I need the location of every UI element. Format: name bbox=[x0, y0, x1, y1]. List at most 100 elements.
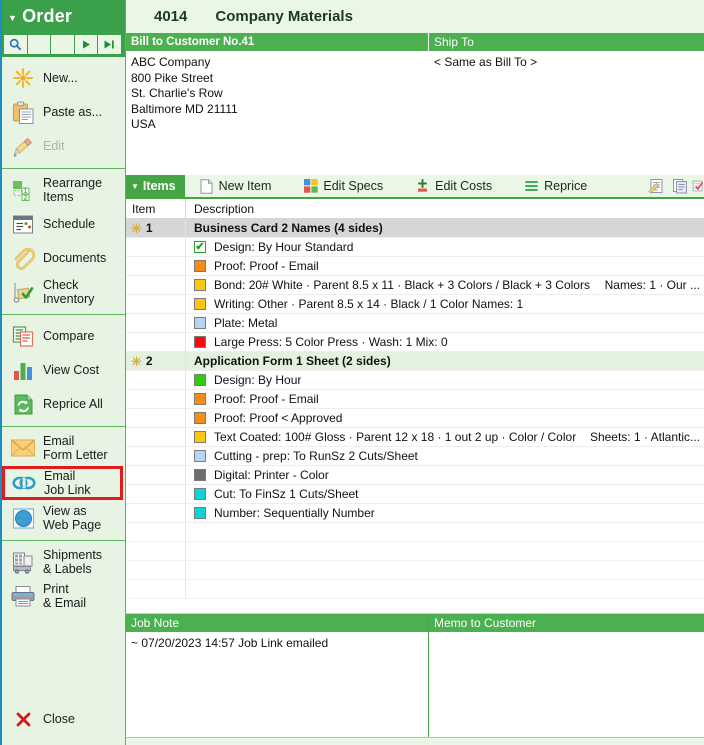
spec-description: Proof: Proof - Email bbox=[214, 259, 319, 273]
item-spec-row[interactable]: Cutting - prep: To RunSz 2 Cuts/Sheet bbox=[126, 447, 704, 466]
row-item-cell bbox=[126, 504, 185, 522]
item-spec-row[interactable]: Proof: Proof - Email bbox=[126, 257, 704, 276]
item-group-row[interactable]: ✳ 2 Application Form 1 Sheet (2 sides) bbox=[126, 352, 704, 371]
item-spec-row[interactable]: Digital: Printer - Color bbox=[126, 466, 704, 485]
item-group-row[interactable]: ✳ 1 Business Card 2 Names (4 sides) bbox=[126, 219, 704, 238]
sidebar-item-edit[interactable]: Edit bbox=[2, 129, 125, 163]
sidebar-item-view-cost[interactable]: View Cost bbox=[2, 353, 125, 387]
color-swatch-icon bbox=[194, 260, 206, 272]
item-spec-row[interactable]: Proof: Proof - Email bbox=[126, 390, 704, 409]
memo-to-customer-text[interactable] bbox=[429, 632, 704, 737]
envelope-icon bbox=[8, 434, 38, 462]
lines-icon bbox=[524, 179, 539, 194]
job-note-text[interactable]: ~ 07/20/2023 14:57 Job Link emailed bbox=[126, 632, 428, 737]
edit-costs-label: Edit Costs bbox=[435, 179, 493, 193]
bottom-strip bbox=[126, 737, 704, 745]
spec-description: Design: By Hour Standard bbox=[214, 240, 354, 254]
item-spec-row[interactable]: Bond: 20# White · Parent 8.5 x 11 · Blac… bbox=[126, 276, 704, 295]
edit-check-icon[interactable] bbox=[692, 178, 704, 194]
empty-row[interactable] bbox=[126, 523, 704, 542]
row-description-cell: Text Coated: 100# Gloss · Parent 12 x 18… bbox=[185, 428, 704, 446]
nav-blank-1[interactable] bbox=[27, 35, 52, 54]
paperclip-icon bbox=[8, 244, 38, 272]
new-item-label: New Item bbox=[218, 179, 272, 193]
spec-description: Proof: Proof - Email bbox=[214, 392, 319, 406]
items-toolbar-right-icons bbox=[644, 175, 704, 197]
empty-row[interactable] bbox=[126, 542, 704, 561]
item-spec-row[interactable]: Cut: To FinSz 1 Cuts/Sheet bbox=[126, 485, 704, 504]
spec-detail: Sheets: 1 · Atlantic... bbox=[589, 430, 700, 444]
item-spec-row[interactable]: Number: Sequentially Number bbox=[126, 504, 704, 523]
row-item-cell bbox=[126, 409, 185, 427]
item-spec-row[interactable]: Proof: Proof < Approved bbox=[126, 409, 704, 428]
search-button[interactable] bbox=[4, 35, 28, 54]
sidebar-item-email-form-letter[interactable]: Email Form Letter bbox=[2, 431, 125, 465]
item-spec-row[interactable]: Plate: Metal bbox=[126, 314, 704, 333]
empty-row[interactable] bbox=[126, 580, 704, 599]
sidebar-item-label: Rearrange Items bbox=[43, 176, 103, 204]
sidebar-item-label: Reprice All bbox=[43, 397, 103, 411]
row-item-cell bbox=[126, 466, 185, 484]
bar-chart-icon bbox=[8, 356, 38, 384]
next-record-button[interactable] bbox=[74, 35, 99, 54]
sidebar-item-reprice-all[interactable]: Reprice All bbox=[2, 387, 125, 421]
sidebar-item-rearrange-items[interactable]: 1 2 Rearrange Items bbox=[2, 173, 125, 207]
row-description-cell: Proof: Proof - Email bbox=[185, 257, 704, 275]
row-description-cell: Proof: Proof < Approved bbox=[185, 409, 704, 427]
reprice-button[interactable]: Reprice bbox=[498, 175, 593, 197]
sidebar-item-paste-as[interactable]: Paste as... bbox=[2, 95, 125, 129]
items-grid[interactable]: ✳ 1 Business Card 2 Names (4 sides) ✔ Design… bbox=[126, 219, 704, 613]
item-description: Application Form 1 Sheet (2 sides) bbox=[194, 354, 391, 368]
color-swatch-icon bbox=[194, 450, 206, 462]
sidebar-item-shipments-labels[interactable]: Shipments & Labels bbox=[2, 545, 125, 579]
notes-pencil-icon[interactable] bbox=[644, 178, 668, 194]
refresh-page-icon bbox=[8, 390, 38, 418]
item-spec-row[interactable]: ✔ Design: By Hour Standard bbox=[126, 238, 704, 257]
sidebar-item-compare[interactable]: Compare bbox=[2, 319, 125, 353]
row-item-cell bbox=[126, 447, 185, 465]
item-spec-row[interactable]: Design: By Hour bbox=[126, 371, 704, 390]
sidebar-title[interactable]: ▼ Order bbox=[2, 0, 125, 33]
items-tab[interactable]: ▼ Items bbox=[126, 175, 185, 197]
color-swatch-icon bbox=[194, 317, 206, 329]
sidebar-item-label: Paste as... bbox=[43, 105, 103, 119]
sidebar-item-documents[interactable]: Documents bbox=[2, 241, 125, 275]
plus-costs-icon bbox=[415, 179, 430, 194]
chevron-down-icon: ▼ bbox=[8, 12, 18, 23]
sidebar-item-close[interactable]: Close bbox=[2, 702, 125, 745]
item-number: 2 bbox=[145, 354, 153, 368]
sidebar-item-print-email[interactable]: Print & Email bbox=[2, 579, 125, 613]
ship-to-address[interactable]: < Same as Bill To > bbox=[429, 51, 704, 175]
inventory-cart-icon bbox=[8, 278, 38, 306]
new-item-button[interactable]: New Item bbox=[185, 175, 278, 197]
item-spec-row[interactable]: Large Press: 5 Color Press · Wash: 1 Mix… bbox=[126, 333, 704, 352]
item-spec-row[interactable]: Writing: Other · Parent 8.5 x 14 · Black… bbox=[126, 295, 704, 314]
sidebar-item-email-job-link[interactable]: Email Job Link bbox=[2, 466, 123, 500]
empty-row[interactable] bbox=[126, 561, 704, 580]
sidebar-item-view-as-web-page[interactable]: View as Web Page bbox=[2, 501, 125, 535]
edit-costs-button[interactable]: Edit Costs bbox=[389, 175, 498, 197]
item-spec-row[interactable]: Text Coated: 100# Gloss · Parent 12 x 18… bbox=[126, 428, 704, 447]
checkmark-icon: ✔ bbox=[194, 240, 206, 253]
copy-document-icon[interactable] bbox=[668, 178, 692, 194]
color-swatch-icon bbox=[194, 431, 206, 443]
sidebar-item-label: Schedule bbox=[43, 217, 96, 231]
row-description-cell: Business Card 2 Names (4 sides) bbox=[185, 219, 704, 237]
last-record-button[interactable] bbox=[98, 35, 121, 54]
sidebar-item-check-inventory[interactable]: Check Inventory bbox=[2, 275, 125, 309]
row-item-cell bbox=[126, 333, 185, 351]
sidebar-item-label: Email Job Link bbox=[44, 469, 91, 497]
bill-to-address[interactable]: ABC Company 800 Pike Street St. Charlie'… bbox=[126, 51, 428, 175]
edit-specs-button[interactable]: Edit Specs bbox=[277, 175, 389, 197]
nav-blank-2[interactable] bbox=[51, 35, 75, 54]
sidebar-item-new[interactable]: New... bbox=[2, 61, 125, 95]
sidebar-item-schedule[interactable]: Schedule bbox=[2, 207, 125, 241]
play-next-icon bbox=[81, 39, 92, 50]
row-item-cell bbox=[126, 371, 185, 389]
sidebar-item-label: Close bbox=[43, 712, 75, 726]
row-description-cell: ✔ Design: By Hour Standard bbox=[185, 238, 704, 256]
sidebar-item-label: Edit bbox=[43, 139, 65, 153]
printer-icon bbox=[8, 582, 38, 610]
row-item-cell bbox=[126, 523, 185, 541]
